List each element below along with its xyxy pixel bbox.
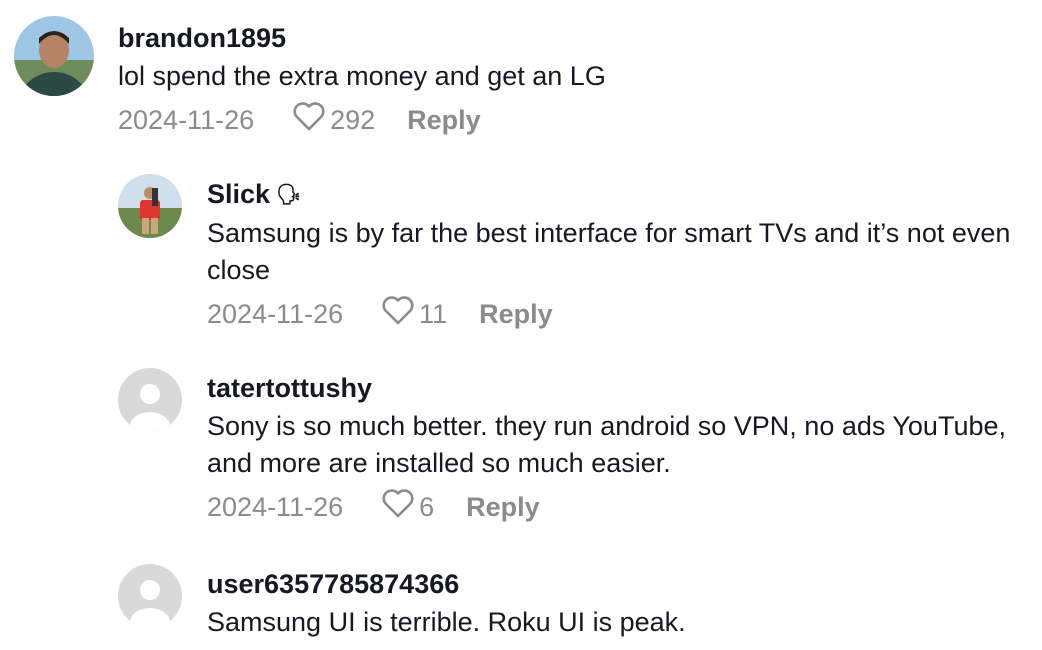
like-count: 6 xyxy=(419,492,435,522)
like-button[interactable]: 11 xyxy=(381,295,447,333)
comment-text: Sony is so much better. they run android… xyxy=(207,411,1006,478)
avatar[interactable] xyxy=(118,564,182,628)
reply-button[interactable]: Reply xyxy=(466,490,540,524)
avatar[interactable] xyxy=(118,174,182,238)
reply-comment-item: user6357785874366 Samsung UI is terrible… xyxy=(118,564,1027,641)
heart-icon[interactable] xyxy=(381,488,415,526)
comment-username-text[interactable]: Slick xyxy=(207,179,270,209)
reply-button[interactable]: Reply xyxy=(479,297,553,331)
avatar[interactable] xyxy=(14,16,94,96)
comment-username[interactable]: user6357785874366 xyxy=(207,568,1027,600)
reply-comment-item: tatertottushy Sony is so much better. th… xyxy=(118,368,1027,526)
comment-item: brandon1895 lol spend the extra money an… xyxy=(14,16,1018,139)
like-button[interactable]: 6 xyxy=(381,488,434,526)
speaking-head-icon: 🗣 xyxy=(276,184,302,206)
comment-date: 2024-11-26 xyxy=(207,299,344,329)
comment-text: Samsung is by far the best interface for… xyxy=(207,218,1011,285)
comment-username[interactable]: Slick 🗣 xyxy=(207,178,1027,211)
comment-text: Samsung UI is terrible. Roku UI is peak. xyxy=(207,607,686,637)
comment-username[interactable]: brandon1895 xyxy=(118,22,1018,54)
heart-icon[interactable] xyxy=(381,295,415,333)
like-count: 292 xyxy=(330,105,376,135)
comment-date: 2024-11-26 xyxy=(118,105,255,135)
comment-meta: 2024-11-26 292 Reply xyxy=(118,101,1018,139)
reply-comment-item: Slick 🗣 Samsung is by far the best interf… xyxy=(118,174,1027,333)
reply-button[interactable]: Reply xyxy=(407,103,481,137)
comment-meta: 2024-11-26 11 Reply xyxy=(207,295,1027,333)
heart-icon[interactable] xyxy=(292,101,326,139)
like-count: 11 xyxy=(419,299,448,329)
comment-text: lol spend the extra money and get an LG xyxy=(118,61,606,91)
avatar[interactable] xyxy=(118,368,182,432)
comment-date: 2024-11-26 xyxy=(207,492,344,522)
like-button[interactable]: 292 xyxy=(292,101,375,139)
comment-username[interactable]: tatertottushy xyxy=(207,372,1027,404)
comment-meta: 2024-11-26 6 Reply xyxy=(207,488,1027,526)
